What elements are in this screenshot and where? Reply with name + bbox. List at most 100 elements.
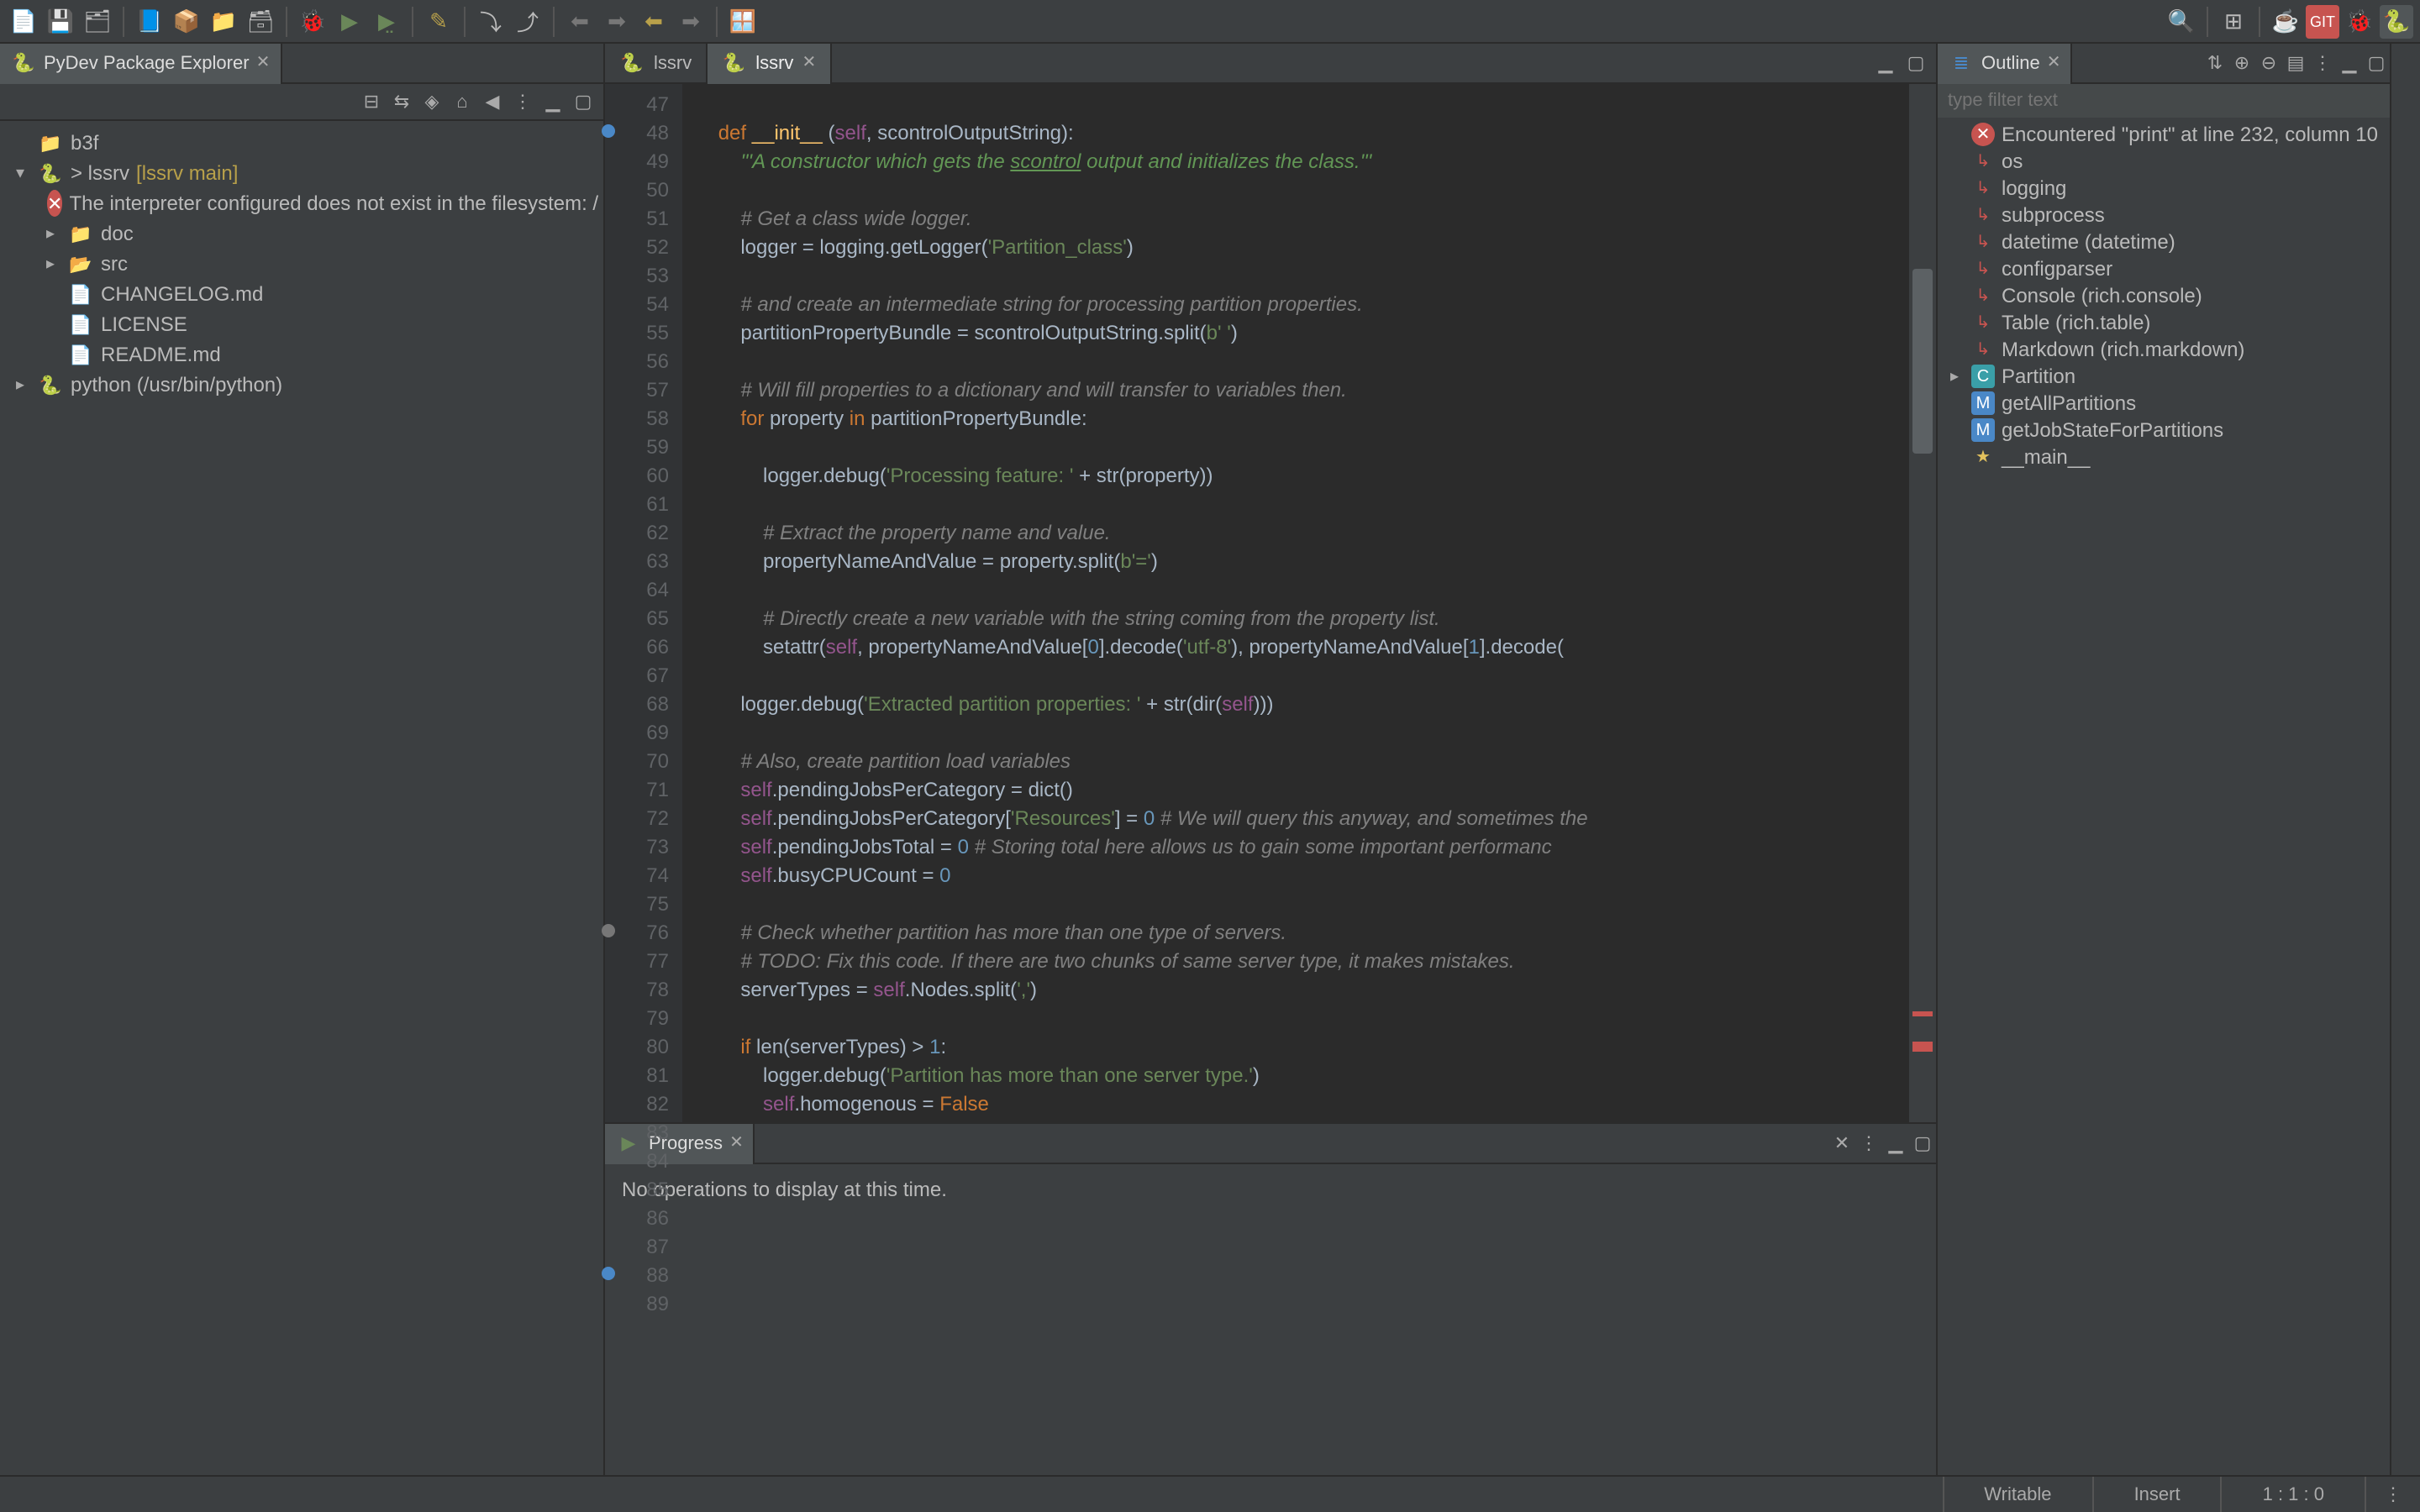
- fn-icon: M: [1971, 391, 1995, 415]
- explorer-title: PyDev Package Explorer: [44, 53, 250, 73]
- status-menu-icon[interactable]: ⋮: [2380, 1481, 2407, 1508]
- close-icon[interactable]: ✕: [256, 54, 271, 72]
- tree-node-error[interactable]: ✕ The interpreter configured does not ex…: [0, 188, 603, 218]
- outline-item[interactable]: ↳os: [1938, 148, 2390, 175]
- outline-item[interactable]: ↳subprocess: [1938, 202, 2390, 228]
- new-folder-icon[interactable]: 📁: [207, 4, 240, 38]
- outline-label: logging: [2002, 176, 2066, 200]
- tree-label: README.md: [101, 343, 221, 366]
- filter-icon[interactable]: ▤: [2282, 50, 2309, 76]
- window-icon[interactable]: 🪟: [726, 4, 760, 38]
- close-icon[interactable]: ✕: [802, 54, 816, 72]
- tree-node-lssrv[interactable]: ▾🐍 > lssrv [lssrv main]: [0, 158, 603, 188]
- outline-item[interactable]: ↳datetime (datetime): [1938, 228, 2390, 255]
- home-icon[interactable]: ⌂: [449, 88, 476, 115]
- nav-fwd-icon[interactable]: ➡: [674, 4, 708, 38]
- perspective-git-icon[interactable]: GIT: [2306, 4, 2339, 38]
- step-icon[interactable]: ⤵: [474, 4, 508, 38]
- maximize-icon[interactable]: ▢: [2363, 50, 2390, 76]
- coverage-icon[interactable]: ▶̤: [370, 4, 403, 38]
- clear-icon[interactable]: ✕: [1828, 1130, 1855, 1157]
- tree-label: doc: [101, 222, 134, 245]
- outline-item[interactable]: ▸CPartition: [1938, 363, 2390, 390]
- tree-node-b3f[interactable]: 📁 b3f: [0, 128, 603, 158]
- vertical-scrollbar[interactable]: [1909, 84, 1936, 1122]
- outline-label: Partition: [2002, 365, 2075, 388]
- tree-branch: [lssrv main]: [136, 161, 238, 185]
- explorer-tab[interactable]: 🐍 PyDev Package Explorer ✕: [0, 43, 281, 83]
- close-icon[interactable]: ✕: [729, 1134, 744, 1152]
- maximize-icon[interactable]: ▢: [1909, 1130, 1936, 1157]
- outline-tab[interactable]: ≣ Outline ✕: [1938, 43, 2073, 83]
- progress-panel: ▶ Progress ✕ ✕ ⋮ ▁ ▢ No operations to di…: [605, 1122, 1936, 1475]
- close-icon[interactable]: ✕: [2047, 54, 2061, 72]
- collapse-icon[interactable]: ⊖: [2255, 50, 2282, 76]
- minimize-icon[interactable]: ▁: [2336, 50, 2363, 76]
- sort-icon[interactable]: ⇅: [2202, 50, 2228, 76]
- minimize-icon[interactable]: ▁: [1882, 1130, 1909, 1157]
- save-icon[interactable]: 💾: [44, 4, 77, 38]
- file-icon: 📄: [67, 281, 94, 307]
- perspective-java-icon[interactable]: ☕: [2269, 4, 2302, 38]
- outline-item[interactable]: MgetJobStateForPartitions: [1938, 417, 2390, 444]
- outline-item[interactable]: ↳Console (rich.console): [1938, 282, 2390, 309]
- imp-icon: ↳: [1971, 176, 1995, 200]
- perspective-pydev-icon[interactable]: 🐍: [2380, 4, 2413, 38]
- open-module-icon[interactable]: 📘: [133, 4, 166, 38]
- project-icon: 📁: [37, 129, 64, 156]
- search-icon[interactable]: 🔍: [2165, 4, 2198, 38]
- nav-back-icon[interactable]: ⬅: [637, 4, 671, 38]
- focus-icon[interactable]: ◈: [418, 88, 445, 115]
- maximize-icon[interactable]: ▢: [1902, 50, 1929, 76]
- tree-node-python[interactable]: ▸🐍 python (/usr/bin/python): [0, 370, 603, 400]
- minimize-icon[interactable]: ▁: [539, 88, 566, 115]
- outline-filter-input[interactable]: [1938, 84, 2390, 118]
- imp-icon: ↳: [1971, 284, 1995, 307]
- perspective-debug-icon[interactable]: 🐞: [2343, 4, 2376, 38]
- run-icon[interactable]: ▶: [333, 4, 366, 38]
- outline-item[interactable]: ↳Markdown (rich.markdown): [1938, 336, 2390, 363]
- outline-item[interactable]: ↳Table (rich.table): [1938, 309, 2390, 336]
- debug-icon[interactable]: 🐞: [296, 4, 329, 38]
- editor-tab-0[interactable]: 🐍 lssrv: [605, 43, 707, 83]
- outline-item[interactable]: ↳configparser: [1938, 255, 2390, 282]
- new-icon[interactable]: 📄: [7, 4, 40, 38]
- back-icon[interactable]: ⬅: [563, 4, 597, 38]
- tree-node-changelog[interactable]: 📄 CHANGELOG.md: [0, 279, 603, 309]
- outline-label: Encountered "print" at line 232, column …: [2002, 123, 2378, 146]
- perspective-open-icon[interactable]: ⊞: [2217, 4, 2250, 38]
- error-icon: ✕: [47, 190, 62, 217]
- outline-item[interactable]: ↳ logging: [1938, 175, 2390, 202]
- explorer-tree[interactable]: 📁 b3f ▾🐍 > lssrv [lssrv main] ✕ The inte…: [0, 121, 603, 1475]
- back-nav-icon[interactable]: ◀: [479, 88, 506, 115]
- menu-icon[interactable]: ⋮: [2309, 50, 2336, 76]
- tree-node-doc[interactable]: ▸📁 doc: [0, 218, 603, 249]
- edit-icon[interactable]: ✎: [422, 4, 455, 38]
- outline-item[interactable]: ✕Encountered "print" at line 232, column…: [1938, 121, 2390, 148]
- editor-tab-1[interactable]: 🐍 lssrv ✕: [707, 43, 831, 83]
- maximize-icon[interactable]: ▢: [570, 88, 597, 115]
- expand-icon[interactable]: ⊕: [2228, 50, 2255, 76]
- collapse-all-icon[interactable]: ⊟: [358, 88, 385, 115]
- code-editor[interactable]: 4748495051525354555657585960616263646566…: [605, 84, 1936, 1122]
- tree-node-readme[interactable]: 📄 README.md: [0, 339, 603, 370]
- project-pydev-icon: 🐍: [37, 160, 64, 186]
- step-over-icon[interactable]: ⤴: [511, 4, 544, 38]
- code-area[interactable]: def __init__ (self, scontrolOutputString…: [682, 84, 1909, 1122]
- new-package-icon[interactable]: 📦: [170, 4, 203, 38]
- minimize-icon[interactable]: ▁: [1872, 50, 1899, 76]
- tree-node-license[interactable]: 📄 LICENSE: [0, 309, 603, 339]
- forward-icon[interactable]: ➡: [600, 4, 634, 38]
- new-project-icon[interactable]: 🗃: [244, 4, 277, 38]
- python-file-icon: 🐍: [618, 50, 645, 76]
- menu-icon[interactable]: ⋮: [1855, 1130, 1882, 1157]
- outline-item[interactable]: ★__main__: [1938, 444, 2390, 470]
- right-trim: [2390, 44, 2420, 1475]
- link-editor-icon[interactable]: ⇆: [388, 88, 415, 115]
- outline-list[interactable]: ✕Encountered "print" at line 232, column…: [1938, 118, 2390, 1475]
- tree-node-src[interactable]: ▸📂 src: [0, 249, 603, 279]
- menu-icon[interactable]: ⋮: [509, 88, 536, 115]
- saveall-icon[interactable]: 🗂: [81, 4, 114, 38]
- folder-icon: 📁: [67, 220, 94, 247]
- outline-item[interactable]: MgetAllPartitions: [1938, 390, 2390, 417]
